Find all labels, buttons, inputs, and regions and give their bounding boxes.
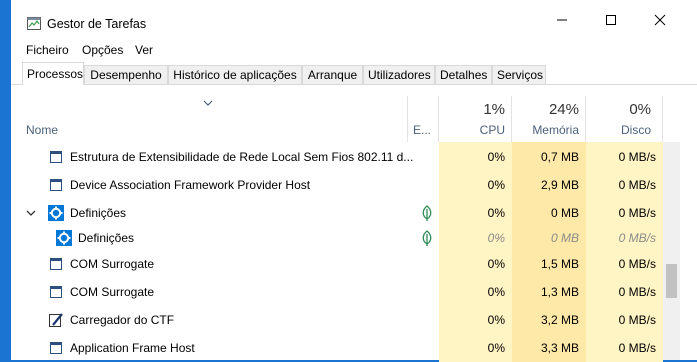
process-list: Estrutura de Extensibilidade de Rede Loc…	[11, 142, 663, 362]
menu-file[interactable]: Ficheiro	[26, 40, 69, 60]
service-window-icon	[50, 286, 62, 298]
disk-total-percent: 0%	[629, 101, 651, 118]
column-header: Nome E... 1% CPU 24% Memória 0% Disco	[11, 86, 697, 142]
tab-app-history[interactable]: Histórico de aplicações	[168, 65, 302, 84]
tab-performance[interactable]: Desempenho	[84, 65, 168, 84]
settings-gear-icon	[56, 230, 72, 246]
process-row[interactable]: Device Association Framework Provider Ho…	[11, 171, 663, 199]
cpu-value: 0%	[439, 250, 512, 278]
disk-value: 0 MB/s	[586, 250, 663, 278]
process-row[interactable]: Estrutura de Extensibilidade de Rede Loc…	[11, 143, 663, 171]
disk-value: 0 MB/s	[586, 171, 663, 199]
cpu-value: 0%	[439, 171, 512, 199]
memory-value: 0 MB	[512, 199, 586, 227]
memory-value: 0 MB	[512, 224, 586, 252]
disk-value: 0 MB/s	[586, 334, 663, 362]
memory-value: 2,9 MB	[512, 171, 586, 199]
leaf-icon	[422, 230, 432, 246]
process-name: Definições	[70, 206, 127, 220]
column-status-header[interactable]: E...	[413, 123, 431, 137]
process-name: Device Association Framework Provider Ho…	[70, 178, 311, 192]
column-cpu-header[interactable]: CPU	[439, 123, 505, 137]
process-name: COM Surrogate	[70, 257, 155, 271]
process-name: Definições	[78, 231, 135, 245]
column-memory-header[interactable]: Memória	[512, 123, 579, 137]
cpu-total-percent: 1%	[483, 101, 505, 118]
maximize-button[interactable]	[588, 5, 634, 35]
service-window-icon	[50, 342, 62, 354]
settings-gear-icon	[48, 205, 64, 221]
header-divider	[585, 96, 586, 142]
disk-value: 0 MB/s	[586, 143, 663, 171]
service-window-icon	[50, 258, 62, 270]
vertical-scrollbar[interactable]	[663, 142, 680, 360]
memory-value: 1,3 MB	[512, 278, 586, 306]
header-divider	[438, 96, 439, 142]
process-name: Application Frame Host	[70, 341, 195, 355]
scrollbar-thumb[interactable]	[666, 264, 677, 298]
leaf-icon	[422, 205, 432, 221]
process-child-row[interactable]: Definições 0% 0 MB 0 MB/s	[11, 224, 663, 252]
cpu-value: 0%	[439, 143, 512, 171]
tab-startup[interactable]: Arranque	[302, 65, 363, 84]
memory-value: 3,3 MB	[512, 334, 586, 362]
tab-details[interactable]: Detalhes	[435, 65, 492, 84]
disk-value: 0 MB/s	[586, 199, 663, 227]
process-name: Estrutura de Extensibilidade de Rede Loc…	[70, 150, 414, 164]
memory-total-percent: 24%	[548, 101, 579, 118]
process-name: COM Surrogate	[70, 285, 155, 299]
menu-view[interactable]: Ver	[135, 40, 153, 60]
disk-value: 0 MB/s	[586, 224, 663, 252]
column-name-header[interactable]: Nome	[26, 123, 58, 137]
process-row[interactable]: COM Surrogate 0% 1,3 MB 0 MB/s	[11, 278, 663, 306]
process-row[interactable]: Carregador do CTF 0% 3,2 MB 0 MB/s	[11, 306, 663, 334]
close-icon	[654, 14, 666, 26]
task-manager-app-icon	[27, 17, 41, 30]
process-row[interactable]: Application Frame Host 0% 3,3 MB 0 MB/s	[11, 334, 663, 362]
menu-options[interactable]: Opções	[82, 40, 123, 60]
memory-value: 3,2 MB	[512, 306, 586, 334]
memory-value: 0,7 MB	[512, 143, 586, 171]
cpu-value: 0%	[439, 224, 512, 252]
header-divider	[662, 96, 663, 142]
tab-processes[interactable]: Processos	[22, 62, 84, 85]
cpu-value: 0%	[439, 306, 512, 334]
disk-value: 0 MB/s	[586, 278, 663, 306]
process-row[interactable]: COM Surrogate 0% 1,5 MB 0 MB/s	[11, 250, 663, 278]
memory-value: 1,5 MB	[512, 250, 586, 278]
title-bar: Gestor de Tarefas	[11, 0, 697, 34]
minimize-icon	[557, 19, 567, 21]
pen-icon	[49, 313, 63, 327]
close-button[interactable]	[637, 5, 683, 35]
process-group-row[interactable]: Definições 0% 0 MB 0 MB/s	[11, 199, 663, 227]
column-disk-header[interactable]: Disco	[586, 123, 651, 137]
window-title: Gestor de Tarefas	[47, 17, 147, 31]
header-divider	[511, 96, 512, 142]
cpu-value: 0%	[439, 199, 512, 227]
task-manager-window: Gestor de Tarefas Ficheiro Opções Ver Pr…	[11, 0, 697, 362]
service-window-icon	[50, 151, 62, 163]
tab-users[interactable]: Utilizadores	[363, 65, 435, 84]
minimize-button[interactable]	[539, 5, 585, 35]
cpu-value: 0%	[439, 334, 512, 362]
tab-services[interactable]: Serviços	[492, 65, 546, 84]
disk-value: 0 MB/s	[586, 306, 663, 334]
service-window-icon	[50, 179, 62, 191]
expand-chevron-icon[interactable]	[26, 210, 36, 216]
header-divider	[407, 96, 408, 142]
sort-chevron-icon[interactable]	[203, 100, 213, 106]
cpu-value: 0%	[439, 278, 512, 306]
maximize-icon	[606, 15, 616, 25]
process-name: Carregador do CTF	[70, 313, 175, 327]
